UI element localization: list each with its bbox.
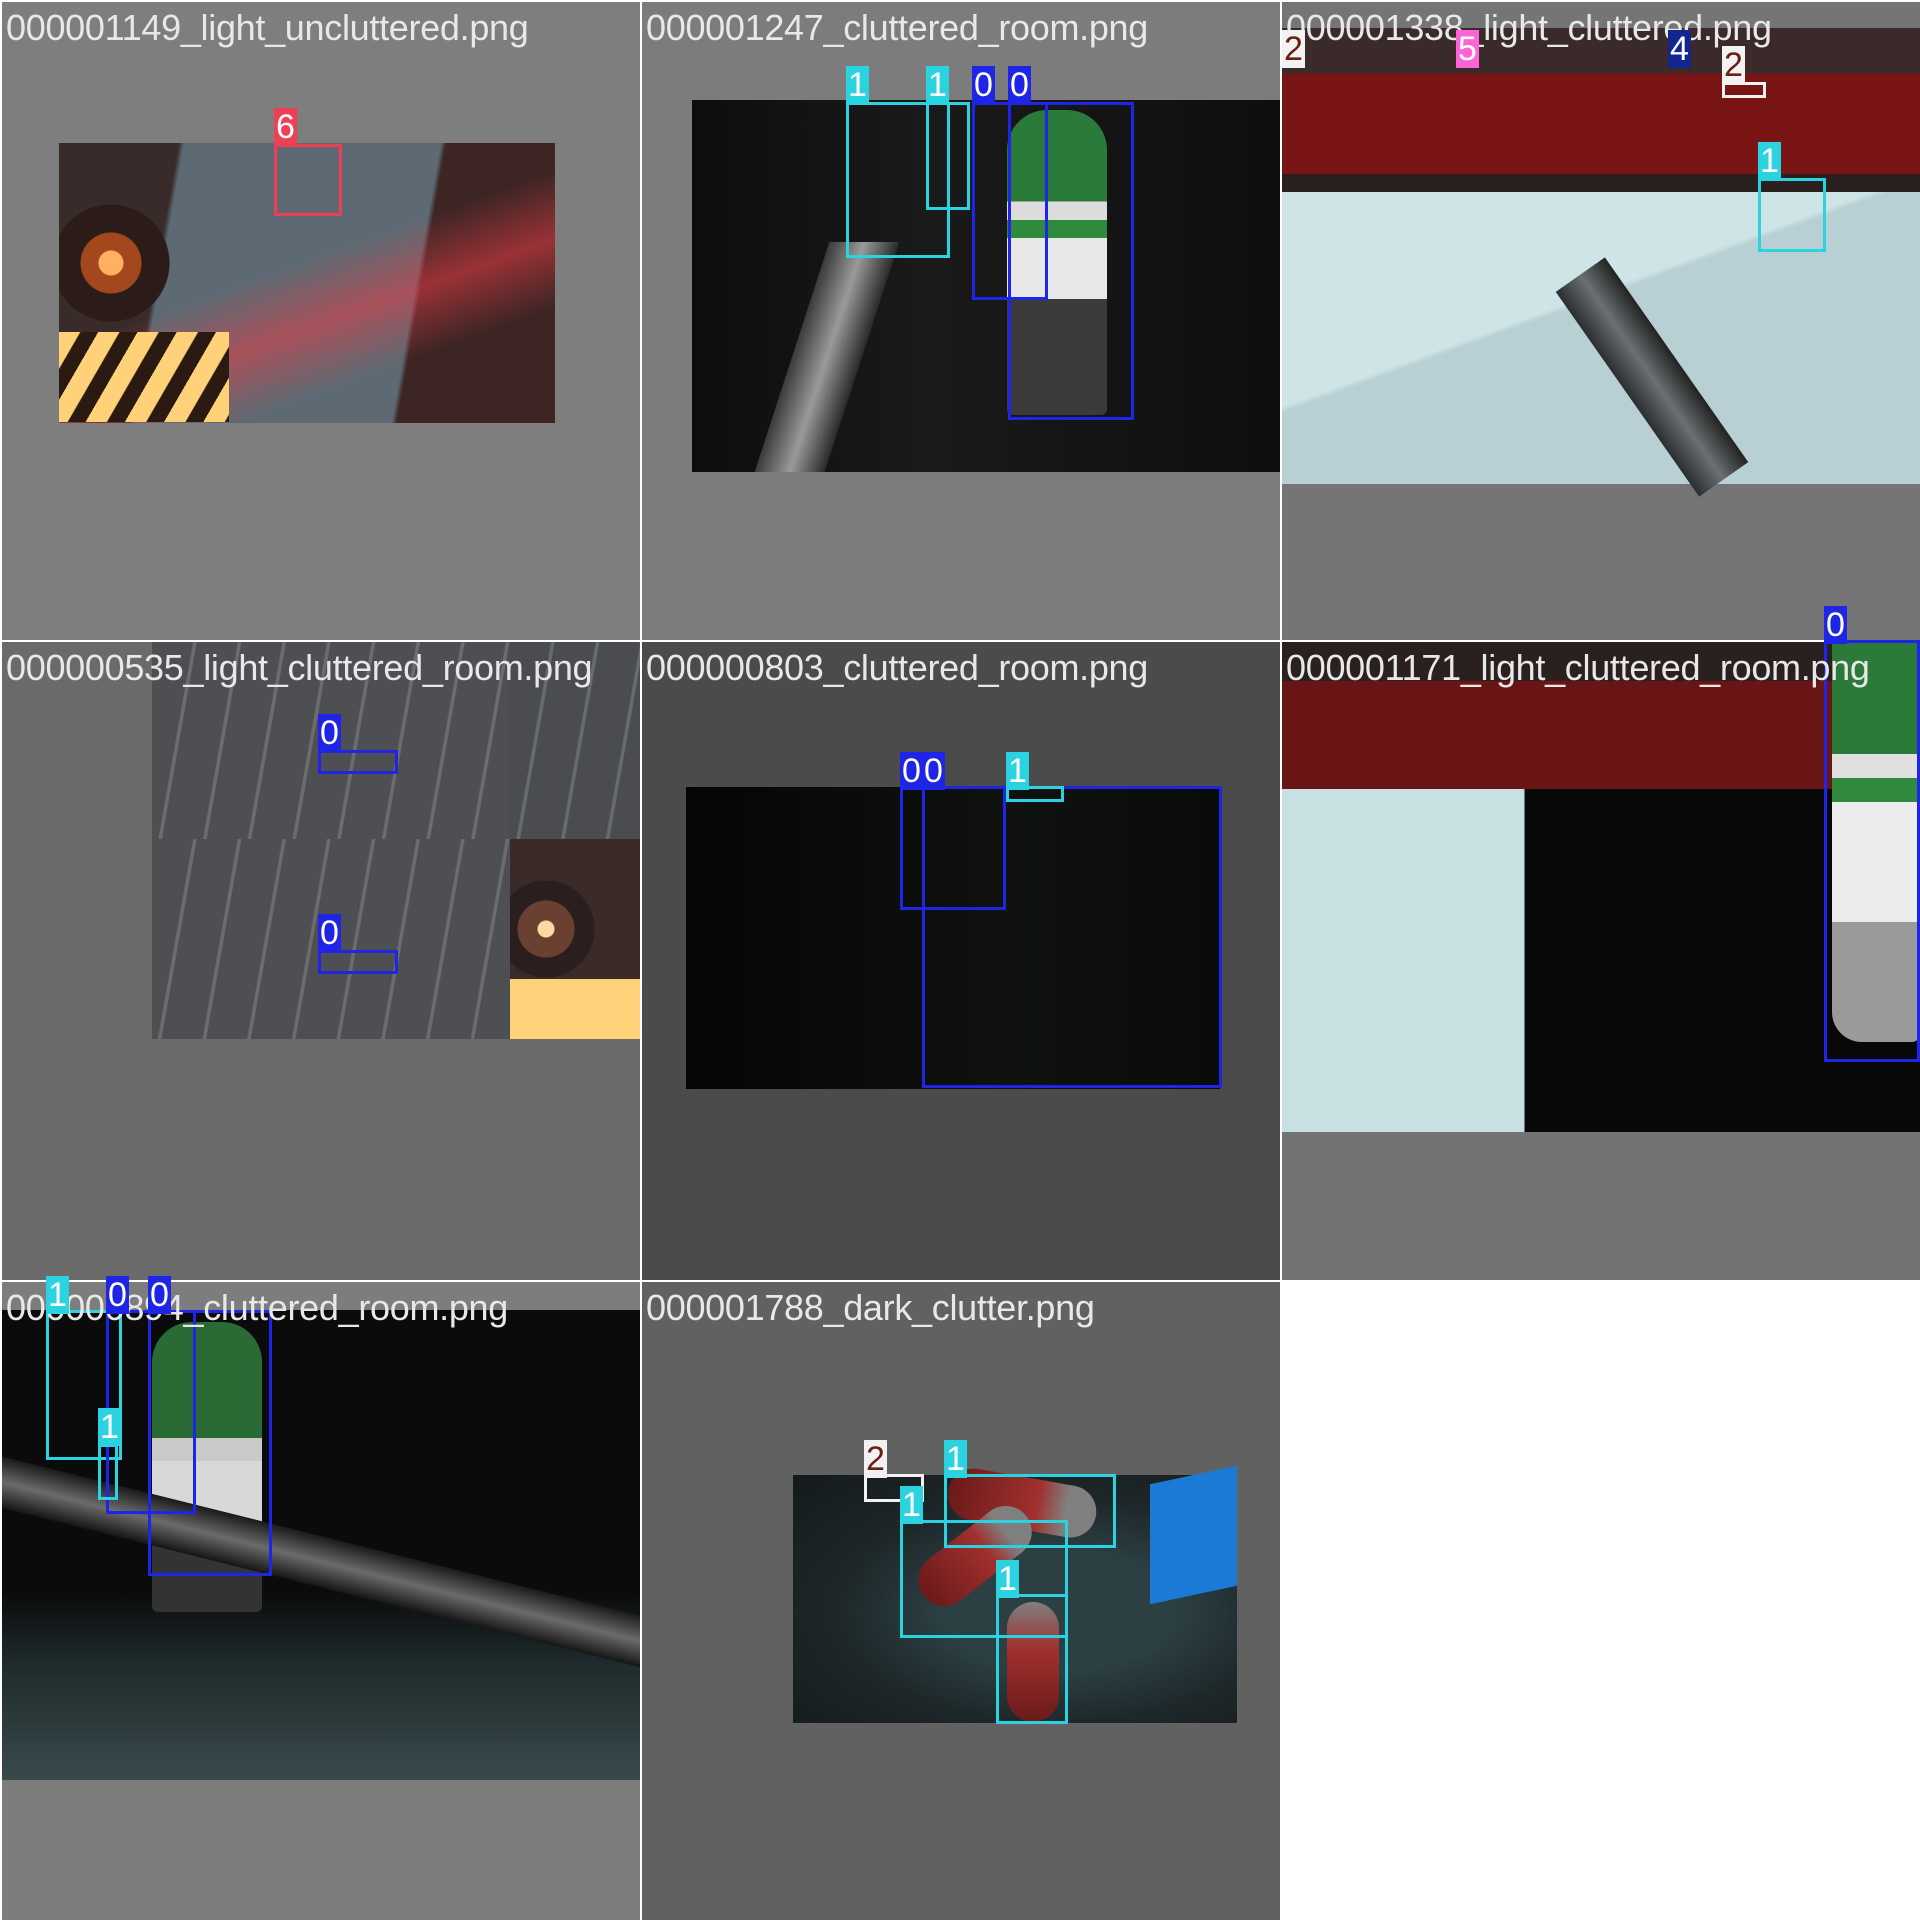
class-label: 1 — [846, 66, 869, 104]
class-label: 6 — [274, 108, 297, 146]
class-label: 1 — [1758, 142, 1781, 180]
detection-box — [318, 950, 398, 974]
class-label: 0 — [1824, 606, 1847, 644]
scene-image — [510, 839, 640, 1039]
blue-crate — [1150, 1465, 1237, 1605]
class-label: 0 — [972, 66, 995, 104]
mosaic-tile: 000001247_cluttered_room.png — [642, 2, 1280, 640]
empty-tile — [1282, 1282, 1920, 1920]
class-label: 0 — [318, 914, 341, 952]
detection-mosaic: 000001149_light_uncluttered.png 00000124… — [0, 0, 1920, 1920]
detection-box — [1722, 82, 1766, 98]
class-label: 5 — [1456, 30, 1479, 68]
floor-grate-lights — [59, 332, 229, 422]
mosaic-tile: 000001149_light_uncluttered.png — [2, 2, 640, 640]
detection-box — [926, 102, 970, 210]
class-label: 1 — [944, 1440, 967, 1478]
detection-box — [1824, 640, 1920, 1062]
filename-label: 000000803_cluttered_room.png — [646, 647, 1148, 688]
class-label: 1 — [926, 66, 949, 104]
detection-box — [318, 750, 398, 774]
class-label: 0 — [106, 1276, 129, 1314]
class-label: 0 — [1008, 66, 1031, 104]
filename-label: 000000535_light_cluttered_room.png — [6, 647, 593, 688]
class-label: 2 — [864, 1440, 887, 1478]
class-label: 1 — [98, 1408, 121, 1446]
detection-box — [996, 1594, 1068, 1724]
filename-label: 000001247_cluttered_room.png — [646, 7, 1148, 48]
class-label: 0 — [900, 752, 923, 790]
class-label: 1 — [900, 1486, 923, 1524]
class-label: 1 — [46, 1276, 69, 1314]
class-label: 0 — [922, 752, 945, 790]
detection-box — [274, 144, 342, 216]
detection-box — [98, 1444, 118, 1500]
filename-label: 000001338_light_cluttered.png — [1286, 7, 1772, 48]
detection-box — [1758, 178, 1826, 252]
filename-label: 000001171_light_cluttered_room.png — [1286, 647, 1870, 688]
detection-box — [148, 1310, 272, 1576]
class-label: 1 — [1006, 752, 1029, 790]
class-label: 4 — [1668, 30, 1691, 68]
class-label: 2 — [1282, 30, 1305, 68]
filename-label: 000001149_light_uncluttered.png — [6, 7, 529, 48]
class-label: 1 — [996, 1560, 1019, 1598]
scene-image — [1282, 28, 1920, 484]
class-label: 2 — [1722, 46, 1745, 84]
detection-box — [922, 786, 1222, 1088]
class-label: 0 — [318, 714, 341, 752]
filename-label: 000001788_dark_clutter.png — [646, 1287, 1095, 1328]
mosaic-tile: 000001338_light_cluttered.png — [1282, 2, 1920, 640]
filename-label: 000000894_cluttered_room.png — [6, 1287, 508, 1328]
class-label: 0 — [148, 1276, 171, 1314]
detection-box — [1008, 102, 1134, 420]
